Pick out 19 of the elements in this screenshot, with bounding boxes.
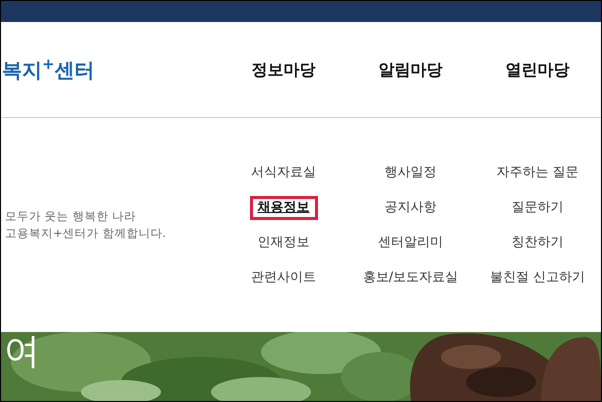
submenu-link[interactable]: 자주하는 질문 (488, 160, 587, 184)
nav-menu-item[interactable]: 열린마당 (474, 58, 601, 82)
submenu-link[interactable]: 인재정보 (250, 230, 318, 254)
tagline-text: 고용복지+센터가 함께합니다. (5, 225, 167, 242)
nav-menu-item[interactable]: 정보마당 (220, 58, 347, 82)
submenu-link[interactable]: 채용정보 (250, 196, 318, 220)
submenu-link[interactable]: 서식자료실 (243, 160, 324, 184)
submenu-link[interactable]: 관련사이트 (243, 266, 324, 290)
submenu-link[interactable]: 행사일정 (376, 160, 444, 184)
nav-menu-item[interactable]: 알림마당 (347, 58, 474, 82)
logo[interactable]: 복지$^{+}$센터 (1, 60, 220, 80)
banner-heading: 여 (4, 332, 40, 372)
submenu-link[interactable]: 불친절 신고하기 (482, 266, 594, 290)
submenu-link[interactable]: 홍보/보도자료실 (354, 266, 466, 290)
submenu-link[interactable]: 공지사항 (376, 196, 444, 220)
submenu-link[interactable]: 질문하기 (504, 196, 572, 220)
submenu-link[interactable]: 센터알리미 (370, 230, 451, 254)
tagline-text: 모두가 웃는 행복한 나라 (5, 208, 137, 225)
submenu-link[interactable]: 칭찬하기 (504, 230, 572, 254)
